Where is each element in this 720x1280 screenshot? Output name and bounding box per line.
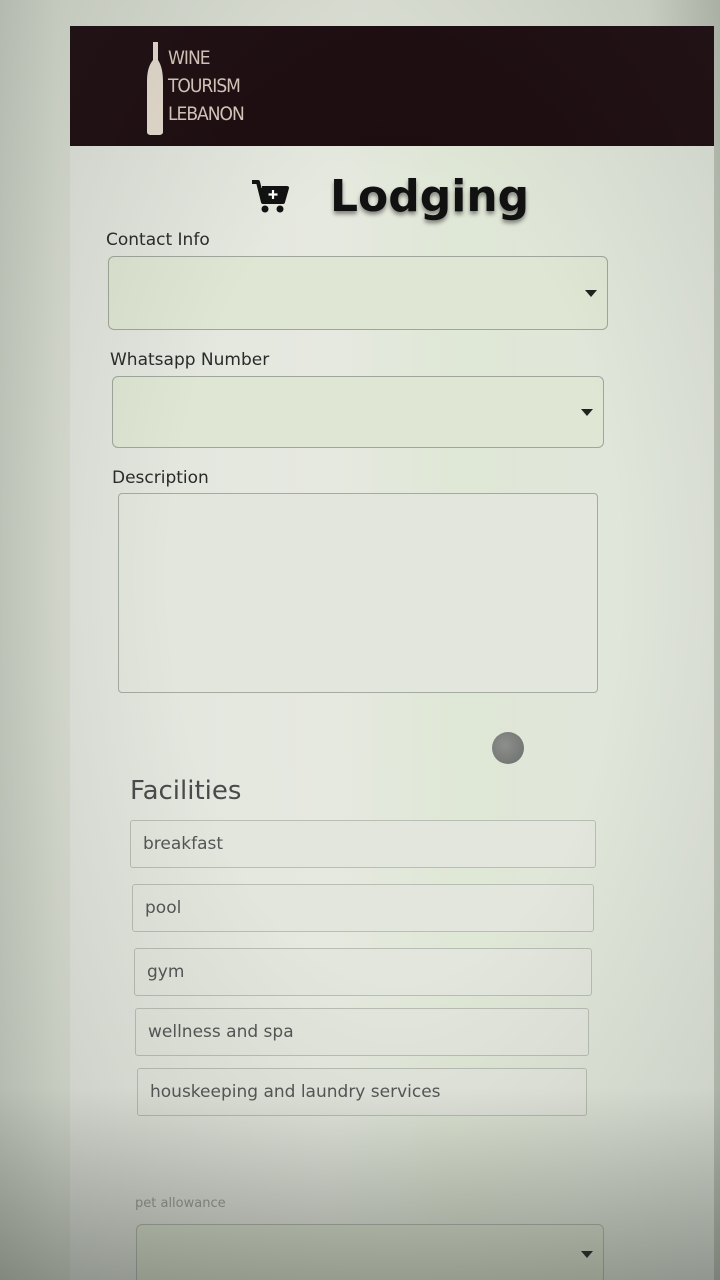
page-title-row: Lodging xyxy=(250,166,570,226)
facility-option-wellness-and-spa[interactable]: wellness and spa xyxy=(135,1008,589,1056)
logo-line-2: TOURISM xyxy=(168,75,241,97)
chevron-down-icon xyxy=(581,409,593,416)
page-title: Lodging xyxy=(330,170,530,222)
cart-plus-icon xyxy=(252,180,289,213)
whatsapp-number-select[interactable] xyxy=(112,376,604,448)
facility-option-gym[interactable]: gym xyxy=(134,948,592,996)
facilities-title: Facilities xyxy=(130,776,242,806)
description-label: Description xyxy=(112,468,209,488)
site-header: WINE TOURISM LEBANON xyxy=(70,26,714,146)
contact-info-label: Contact Info xyxy=(106,230,210,250)
logo-line-3: LEBANON xyxy=(168,103,245,125)
facility-option-breakfast[interactable]: breakfast xyxy=(130,820,596,868)
whatsapp-number-label: Whatsapp Number xyxy=(110,350,270,370)
facility-option-pool[interactable]: pool xyxy=(132,884,594,932)
chevron-down-icon xyxy=(581,1251,593,1258)
facility-option-housekeeping[interactable]: houskeeping and laundry services xyxy=(137,1068,587,1116)
pet-allowance-select[interactable] xyxy=(136,1224,604,1280)
chevron-down-icon xyxy=(585,290,597,297)
contact-info-select[interactable] xyxy=(108,256,608,330)
logo-line-1: WINE xyxy=(168,47,211,69)
description-textarea[interactable] xyxy=(118,493,598,693)
pet-allowance-label: pet allowance xyxy=(135,1196,226,1211)
wine-bottle-icon xyxy=(147,42,163,135)
cursor-dot xyxy=(492,732,524,764)
wine-tourism-lebanon-logo[interactable]: WINE TOURISM LEBANON xyxy=(146,38,256,138)
